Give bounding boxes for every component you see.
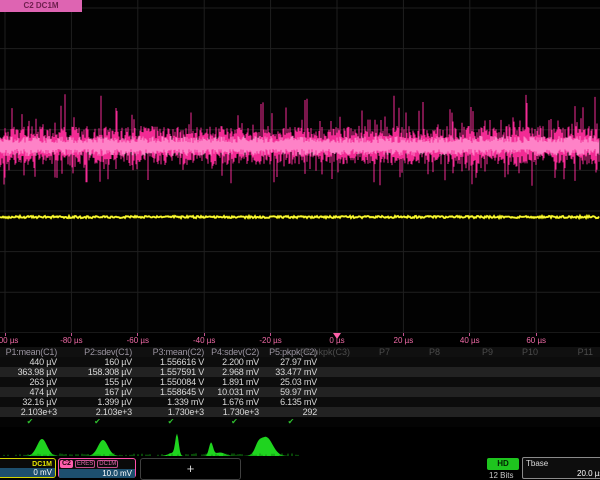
add-trace-button[interactable]: + (140, 458, 241, 480)
c1-coupling-badge: DC1M (32, 461, 52, 468)
measure-cell: 2.200 mV (207, 357, 262, 367)
measure-cell: 2.968 mV (207, 367, 262, 377)
measure-cell: 2.103e+3 (0, 407, 60, 417)
histicon-p3[interactable] (153, 434, 201, 456)
plus-icon: + (187, 461, 195, 476)
measure-header-row: P1:mean(C1)P2:sdev(C1)P3:mean(C2)P4:sdev… (0, 347, 600, 357)
status-check-icon: ✔ (0, 417, 60, 427)
measure-cell: 6.135 mV (262, 397, 320, 407)
measure-cell: 1.676 mV (207, 397, 262, 407)
measure-cell: 2.103e+3 (60, 407, 135, 417)
measure-cell: 1.550084 V (135, 377, 207, 387)
oscilloscope-screen: C2 DC1M -100 µs -80 µs -60 µs -40 µs -20 µs 0… (0, 0, 600, 480)
measure-cell: 474 µV (0, 387, 60, 397)
hd-mode-badge[interactable]: HD (487, 458, 519, 470)
param-header-inactive[interactable]: P6:pkpk(C3) (300, 347, 348, 357)
status-check-icon: ✔ (262, 417, 320, 427)
histicon-canvas (0, 428, 600, 458)
measure-cell: 155 µV (60, 377, 135, 387)
histicon-p2[interactable] (79, 440, 127, 456)
measure-cell: 363.98 µV (0, 367, 60, 377)
waveform-canvas (0, 0, 600, 333)
channel-c2-descriptor[interactable]: C2 ERES DC1M 10.0 mV (58, 458, 136, 478)
measure-cell: 1.558645 V (135, 387, 207, 397)
measure-cell: 10.031 mV (207, 387, 262, 397)
status-check-icon: ✔ (207, 417, 262, 427)
measure-cell: 158.308 µV (60, 367, 135, 377)
measure-row-num: 2.103e+32.103e+31.730e+31.730e+3292 (0, 407, 600, 417)
histicon-p5[interactable] (242, 437, 290, 456)
c2-label: C2 (60, 460, 73, 468)
timebase-value: 20.0 µs (577, 469, 600, 478)
measure-cell: 1.557591 V (135, 367, 207, 377)
hd-bits-label: 12 Bits (489, 471, 513, 480)
histicon-p1[interactable] (18, 439, 66, 456)
measure-cell: 32.16 µV (0, 397, 60, 407)
measure-cell: 27.97 mV (262, 357, 320, 367)
measure-cell: 1.891 mV (207, 377, 262, 387)
measure-cell: 263 µV (0, 377, 60, 387)
measure-row-status: ✔✔✔✔✔ (0, 417, 600, 427)
measure-cell: 1.556616 V (135, 357, 207, 367)
measure-cell: 33.477 mV (262, 367, 320, 377)
timebase-descriptor[interactable]: Tbase 20.0 µs (522, 457, 600, 479)
c1-scale-value: 0 mV (0, 468, 55, 477)
time-axis-label: 40 µs (460, 336, 480, 345)
trigger-position-icon (333, 333, 341, 339)
time-axis-label: 20 µs (394, 336, 414, 345)
time-axis-label: -20 µs (259, 336, 281, 345)
measure-cell: 292 (262, 407, 320, 417)
time-axis: -100 µs-80 µs-60 µs-40 µs-20 µs0 µs20 µs… (0, 333, 600, 347)
measure-cell: 167 µV (60, 387, 135, 397)
measure-cell: 1.730e+3 (135, 407, 207, 417)
status-check-icon: ✔ (135, 417, 207, 427)
timebase-label: Tbase (526, 459, 548, 468)
measure-cell: 25.03 mV (262, 377, 320, 387)
param-header[interactable]: P1:mean(C1) (0, 347, 60, 357)
c2-coupling-badge: DC1M (97, 460, 118, 468)
status-check-icon: ✔ (60, 417, 135, 427)
measure-row-value: 440 µV160 µV1.556616 V2.200 mV27.97 mV (0, 357, 600, 367)
param-header[interactable]: P3:mean(C2) (135, 347, 207, 357)
param-header-inactive[interactable]: P7 (342, 347, 390, 357)
param-header-inactive[interactable]: P10 (490, 347, 538, 357)
descriptor-bar: DC1M 0 mV C2 ERES DC1M 10.0 mV + HD 12 B… (0, 458, 600, 480)
measure-row-mean: 363.98 µV158.308 µV1.557591 V2.968 mV33.… (0, 367, 600, 377)
time-axis-label: -100 µs (0, 336, 18, 345)
param-header[interactable]: P4:sdev(C2) (207, 347, 262, 357)
measure-cell: 160 µV (60, 357, 135, 367)
grid-annotation-badge: C2 DC1M (0, 0, 82, 12)
measure-row-sdev: 32.16 µV1.399 µV1.339 mV1.676 mV6.135 mV (0, 397, 600, 407)
measure-table: P1:mean(C1)P2:sdev(C1)P3:mean(C2)P4:sdev… (0, 347, 600, 427)
waveform-grid[interactable]: C2 DC1M (0, 0, 600, 333)
measure-row-max: 474 µV167 µV1.558645 V10.031 mV59.97 mV (0, 387, 600, 397)
param-header[interactable]: P2:sdev(C1) (60, 347, 135, 357)
c2-scale-value: 10.0 mV (59, 469, 135, 478)
measure-cell: 1.730e+3 (207, 407, 262, 417)
param-header-inactive[interactable]: P9 (445, 347, 493, 357)
c2-eres-badge: ERES (75, 460, 95, 468)
measure-cell: 59.97 mV (262, 387, 320, 397)
measure-cell: 1.339 mV (135, 397, 207, 407)
measure-cell: 1.399 µV (60, 397, 135, 407)
channel-c1-descriptor[interactable]: DC1M 0 mV (0, 458, 56, 478)
time-axis-label: -60 µs (127, 336, 149, 345)
time-axis-label: -80 µs (60, 336, 82, 345)
measure-row-min: 263 µV155 µV1.550084 V1.891 mV25.03 mV (0, 377, 600, 387)
param-header-inactive[interactable]: P8 (392, 347, 440, 357)
param-header-inactive[interactable]: P11 (545, 347, 593, 357)
measure-cell: 440 µV (0, 357, 60, 367)
time-axis-label: 60 µs (526, 336, 546, 345)
time-axis-label: -40 µs (193, 336, 215, 345)
histicon-row (0, 428, 600, 458)
